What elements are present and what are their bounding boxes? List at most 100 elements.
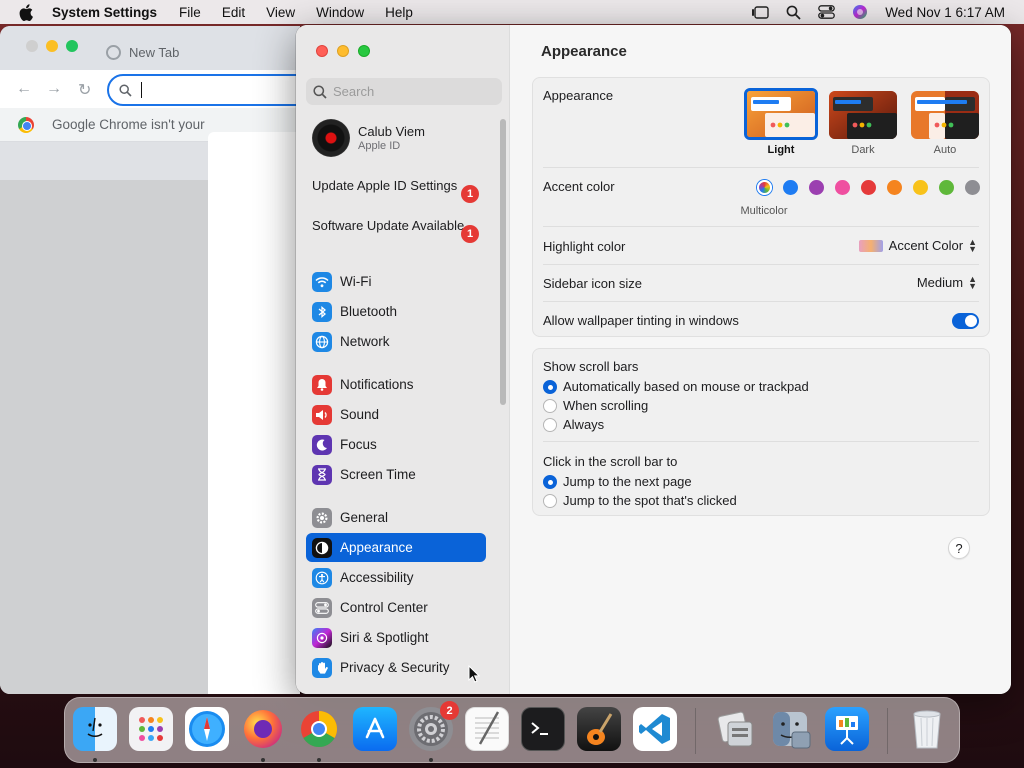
click-scroll-bar-label: Click in the scroll bar to <box>543 454 678 469</box>
scroll-bars-option-when-scrolling[interactable]: When scrolling <box>543 398 648 413</box>
chrome-minimize-button[interactable] <box>46 40 58 52</box>
menu-app-name[interactable]: System Settings <box>52 5 157 20</box>
accent-swatch-multicolor[interactable] <box>757 180 772 195</box>
minimize-button[interactable] <box>337 45 349 57</box>
sidebar-item-appearance[interactable]: Appearance <box>306 533 486 562</box>
appearance-option-light[interactable] <box>744 88 818 140</box>
accent-swatch-blue[interactable] <box>783 180 798 195</box>
dock-separator <box>695 708 696 754</box>
finder-icon[interactable] <box>73 707 117 751</box>
appearance-option-dark[interactable] <box>829 91 897 139</box>
control-center-icon[interactable] <box>818 5 836 19</box>
sidebar-scrollbar[interactable] <box>500 119 506 405</box>
textedit-icon[interactable] <box>465 707 509 751</box>
stage-manager-icon[interactable] <box>751 5 769 19</box>
running-indicator <box>93 758 97 762</box>
trash-icon[interactable] <box>905 707 949 751</box>
sidebar-item-siri-spotlight[interactable]: Siri & Spotlight <box>306 623 486 652</box>
menu-file[interactable]: File <box>179 5 201 20</box>
accent-swatch-orange[interactable] <box>887 180 902 195</box>
profile-name: Calub Viem <box>358 124 425 139</box>
sidebar-item-control-center[interactable]: Control Center <box>306 593 486 622</box>
click-option-next-page[interactable]: Jump to the next page <box>543 474 692 489</box>
keynote-icon[interactable] <box>825 707 869 751</box>
apple-id-profile[interactable]: Calub Viem Apple ID <box>312 119 425 157</box>
sidebar-item-general[interactable]: General <box>306 503 486 532</box>
sidebar-item-label: Focus <box>340 437 377 452</box>
close-button[interactable] <box>316 45 328 57</box>
radio-button-selected[interactable] <box>543 379 557 394</box>
menu-clock[interactable]: Wed Nov 1 6:17 AM <box>885 5 1005 20</box>
highlight-color-popup[interactable]: Accent Color ▲ ▼ <box>858 237 977 253</box>
sidebar-item-screen-time[interactable]: Screen Time <box>306 460 486 489</box>
sidebar-icon-size-popup[interactable]: Medium ▲ ▼ <box>917 274 977 290</box>
accent-swatch-red[interactable] <box>861 180 876 195</box>
vscode-icon[interactable] <box>633 707 677 751</box>
chrome-close-button[interactable] <box>26 40 38 52</box>
sidebar-item-bluetooth[interactable]: Bluetooth <box>306 297 486 326</box>
chrome-zoom-button[interactable] <box>66 40 78 52</box>
app-store-icon[interactable] <box>353 707 397 751</box>
software-update-item[interactable]: Software Update Available <box>312 218 482 234</box>
appearance-option-auto[interactable] <box>911 91 979 139</box>
sidebar-item-privacy-security[interactable]: Privacy & Security <box>306 653 486 682</box>
appearance-option-light-label[interactable]: Light <box>741 144 821 156</box>
menu-view[interactable]: View <box>266 5 295 20</box>
accent-swatch-purple[interactable] <box>809 180 824 195</box>
radio-button[interactable] <box>543 493 557 508</box>
running-indicator <box>317 758 321 762</box>
menu-window[interactable]: Window <box>316 5 364 20</box>
spotlight-search-icon[interactable] <box>786 5 801 20</box>
help-button[interactable]: ? <box>948 537 970 559</box>
sidebar-item-label: Screen Time <box>340 467 416 482</box>
sidebar-search-field[interactable]: Search <box>306 78 502 105</box>
siri-icon[interactable] <box>852 4 868 20</box>
hourglass-icon <box>312 464 332 485</box>
sidebar-item-focus[interactable]: Focus <box>306 430 486 459</box>
accent-swatch-yellow[interactable] <box>913 180 928 195</box>
menu-help[interactable]: Help <box>385 5 413 20</box>
forward-arrow-icon[interactable]: → <box>46 80 62 98</box>
radio-button[interactable] <box>543 417 557 432</box>
apple-menu-icon[interactable] <box>16 2 36 22</box>
sidebar-item-network[interactable]: Network <box>306 327 486 356</box>
scroll-bar-settings-card: Show scroll bars Automatically based on … <box>532 348 990 516</box>
sidebar-item-sound[interactable]: Sound <box>306 400 486 429</box>
chrome-infobar-text: Google Chrome isn't your <box>52 117 205 132</box>
sidebar-item-notifications[interactable]: Notifications <box>306 370 486 399</box>
auto-preview-thumbnail <box>911 91 979 139</box>
finder-alt-icon[interactable] <box>769 707 813 751</box>
firefox-icon[interactable] <box>241 707 285 751</box>
safari-icon[interactable] <box>185 707 229 751</box>
scroll-bars-option-automatic[interactable]: Automatically based on mouse or trackpad <box>543 379 809 394</box>
update-apple-id-item[interactable]: Update Apple ID Settings <box>312 178 482 194</box>
radio-button[interactable] <box>543 398 557 413</box>
sidebar-item-accessibility[interactable]: Accessibility <box>306 563 486 592</box>
launchpad-icon[interactable] <box>129 707 173 751</box>
accent-swatch-pink[interactable] <box>835 180 850 195</box>
chrome-icon[interactable] <box>297 707 341 751</box>
zoom-button[interactable] <box>358 45 370 57</box>
speaker-icon <box>312 404 332 425</box>
appearance-option-auto-label[interactable]: Auto <box>905 144 985 156</box>
appearance-option-dark-label[interactable]: Dark <box>823 144 903 156</box>
sidebar-item-wifi[interactable]: Wi-Fi <box>306 267 486 296</box>
siri-icon <box>312 627 332 648</box>
accent-swatch-green[interactable] <box>939 180 954 195</box>
scroll-bars-option-always[interactable]: Always <box>543 417 604 432</box>
radio-button-selected[interactable] <box>543 474 557 489</box>
dock: 2 <box>64 697 960 763</box>
traffic-lights <box>316 45 370 57</box>
chrome-address-bar[interactable] <box>107 74 300 106</box>
chrome-tab[interactable]: New Tab <box>92 34 300 70</box>
click-option-spot-clicked[interactable]: Jump to the spot that's clicked <box>543 493 737 508</box>
garageband-icon[interactable] <box>577 707 621 751</box>
menu-edit[interactable]: Edit <box>222 5 245 20</box>
reload-icon[interactable]: ↻ <box>78 80 91 100</box>
control-center-icon <box>312 597 332 618</box>
terminal-icon[interactable] <box>521 707 565 751</box>
back-arrow-icon[interactable]: ← <box>16 80 32 98</box>
utility-icon[interactable] <box>713 707 757 751</box>
wallpaper-tinting-toggle[interactable] <box>952 313 979 329</box>
accent-swatch-graphite[interactable] <box>965 180 980 195</box>
